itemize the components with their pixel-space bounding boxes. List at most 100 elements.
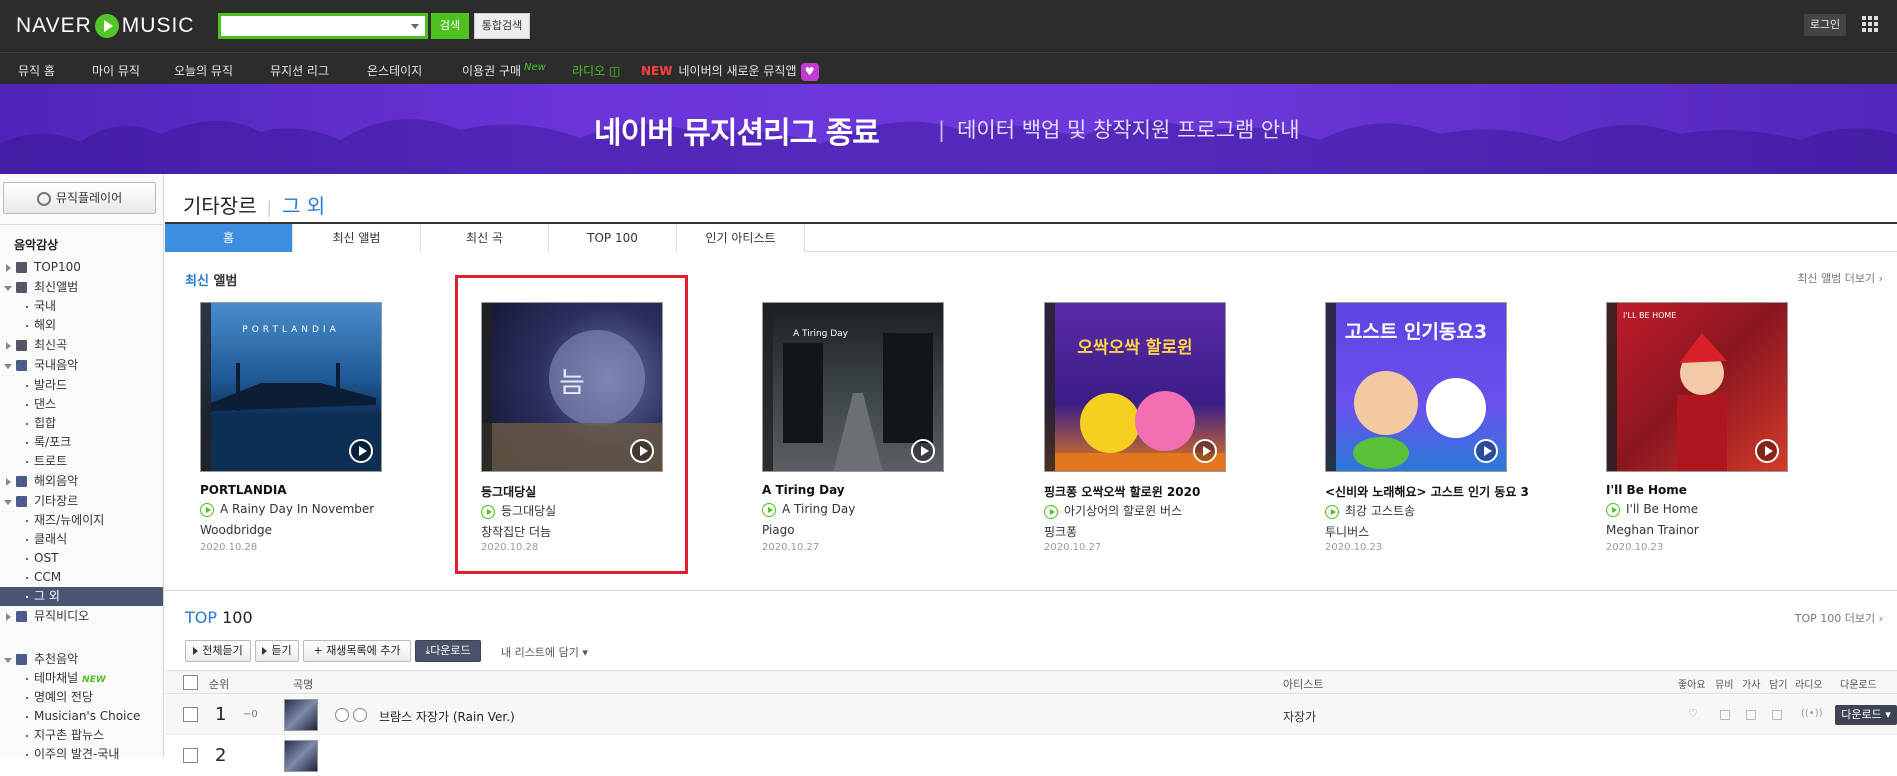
tab-latest-album[interactable]: 최신 앨범 xyxy=(293,224,421,252)
play-icon[interactable] xyxy=(349,439,373,463)
play-icon[interactable] xyxy=(1474,439,1498,463)
search-box[interactable] xyxy=(218,13,428,39)
album-thumbnail[interactable] xyxy=(284,740,318,772)
album-cover[interactable]: I'LL BE HOME xyxy=(1606,302,1788,472)
tab-home[interactable]: 홈 xyxy=(165,224,293,252)
top100-more-link[interactable]: TOP 100 더보기 › xyxy=(1795,610,1883,626)
album-track[interactable]: I'll Be Home xyxy=(1606,502,1806,517)
search-input[interactable] xyxy=(221,16,401,36)
apps-grid-icon[interactable] xyxy=(1862,16,1878,32)
sidebar-subitem-domestic[interactable]: 국내 xyxy=(0,297,163,316)
sidebar-item-foreign-music[interactable]: 해외음악 xyxy=(0,472,163,491)
sidebar-subitem-classic[interactable]: 클래식 xyxy=(0,530,163,549)
mv-icon[interactable] xyxy=(1720,710,1730,720)
sidebar-subitem-ballad[interactable]: 발라드 xyxy=(0,376,163,395)
total-search-button[interactable]: 통합검색 xyxy=(474,13,530,39)
sidebar-item-latest-song[interactable]: 최신곡 xyxy=(0,336,163,355)
play-icon[interactable] xyxy=(1193,439,1217,463)
sidebar-item-music-video[interactable]: 뮤직비디오 xyxy=(0,607,163,626)
expand-icon[interactable] xyxy=(6,342,11,350)
sidebar-subitem-hall-of-fame[interactable]: 명예의 전당 xyxy=(0,688,163,707)
album-title[interactable]: PORTLANDIA xyxy=(200,483,400,497)
sidebar-subitem-pop-news[interactable]: 지구촌 팝뉴스 xyxy=(0,726,163,745)
sidebar-subitem-other[interactable]: 그 외 xyxy=(0,587,163,606)
album-title[interactable]: I'll Be Home xyxy=(1606,483,1806,497)
play-track-icon[interactable] xyxy=(1606,502,1620,517)
sidebar-subitem-rock[interactable]: 록/포크 xyxy=(0,433,163,452)
album-title[interactable]: <신비와 노래해요> 고스트 인기 동요 3 xyxy=(1325,483,1529,500)
sidebar-subitem-theme[interactable]: 테마채널 NEW xyxy=(0,669,163,688)
musician-league-banner[interactable]: 네이버 뮤지션리그 종료 | 데이터 백업 및 창작지원 프로그램 안내 xyxy=(0,84,1897,174)
expand-icon[interactable] xyxy=(6,478,11,486)
nav-today-music[interactable]: 오늘의 뮤직 xyxy=(174,62,233,79)
nav-new-app[interactable]: NEW 네이버의 새로운 뮤직앱 ♥ xyxy=(641,62,819,81)
play-track-icon[interactable] xyxy=(1325,504,1339,519)
sidebar-subitem-ccm[interactable]: CCM xyxy=(0,568,163,587)
album-cover[interactable]: PORTLANDIA xyxy=(200,302,382,472)
download-button[interactable]: ⤓다운로드 xyxy=(415,640,481,662)
album-artist[interactable]: Meghan Trainor xyxy=(1606,523,1699,537)
row-checkbox[interactable] xyxy=(183,748,198,763)
song-artist[interactable]: 자장가 xyxy=(1283,708,1316,725)
song-title[interactable]: 브람스 자장가 (Rain Ver.) xyxy=(379,708,515,725)
sidebar-item-latest-album[interactable]: 최신앨범 xyxy=(0,278,163,297)
row-download-button[interactable]: 다운로드 ▾ xyxy=(1835,705,1897,725)
expand-icon[interactable] xyxy=(6,264,11,272)
play-track-icon[interactable] xyxy=(200,502,214,517)
lyrics-icon[interactable] xyxy=(1746,710,1756,720)
nav-musician-league[interactable]: 뮤지션 리그 xyxy=(270,62,329,79)
sidebar-item-other-genre[interactable]: 기타장르 xyxy=(0,492,163,511)
collapse-icon[interactable] xyxy=(4,364,12,369)
album-cover[interactable]: 고스트 인기동요3 xyxy=(1325,302,1507,472)
table-row[interactable]: 2 xyxy=(165,736,1897,776)
chevron-down-icon[interactable] xyxy=(411,24,419,29)
add-icon[interactable] xyxy=(353,708,367,722)
play-button[interactable]: 듣기 xyxy=(255,640,299,662)
expand-icon[interactable] xyxy=(6,613,11,621)
nav-radio[interactable]: 라디오 ◫ xyxy=(572,62,620,79)
nav-my-music[interactable]: 마이 뮤직 xyxy=(92,62,140,79)
album-track[interactable]: 최강 고스트송 xyxy=(1325,502,1525,519)
sidebar-subitem-overseas[interactable]: 해외 xyxy=(0,316,163,335)
sidebar-subitem-musicians-choice[interactable]: Musician's Choice xyxy=(0,707,163,726)
sidebar-item-top100[interactable]: TOP100 xyxy=(0,258,163,277)
nav-onstage[interactable]: 온스테이지 xyxy=(367,62,422,79)
album-track[interactable]: A Rainy Day In November xyxy=(200,502,400,517)
tab-popular-artist[interactable]: 인기 아티스트 xyxy=(677,224,805,252)
album-title[interactable]: A Tiring Day xyxy=(762,483,962,497)
select-all-checkbox[interactable] xyxy=(183,675,198,690)
album-track[interactable]: 아기상어의 할로윈 버스 xyxy=(1044,502,1244,519)
collapse-icon[interactable] xyxy=(4,286,12,291)
naver-music-logo[interactable]: NAVER MUSIC xyxy=(16,12,194,40)
sidebar-subitem-ost[interactable]: OST xyxy=(0,549,163,568)
add-to-playlist-button[interactable]: + 재생목록에 추가 xyxy=(303,640,411,662)
radio-icon[interactable]: ((•)) xyxy=(1801,708,1823,719)
tab-top100[interactable]: TOP 100 xyxy=(549,224,677,252)
play-icon[interactable] xyxy=(911,439,935,463)
latest-album-more-link[interactable]: 최신 앨범 더보기 › xyxy=(1797,270,1883,286)
music-player-button[interactable]: 뮤직플레이어 xyxy=(3,182,156,214)
tab-latest-song[interactable]: 최신 곡 xyxy=(421,224,549,252)
play-track-icon[interactable] xyxy=(762,502,776,517)
album-artist[interactable]: 투니버스 xyxy=(1325,523,1369,540)
album-artist[interactable]: Woodbridge xyxy=(200,523,272,537)
add-to-my-list-dropdown[interactable]: 내 리스트에 담기 ▾ xyxy=(501,644,588,660)
sidebar-subitem-dance[interactable]: 댄스 xyxy=(0,395,163,414)
sidebar-subitem-jazz[interactable]: 재즈/뉴에이지 xyxy=(0,511,163,530)
play-icon[interactable] xyxy=(1755,439,1779,463)
album-artist[interactable]: Piago xyxy=(762,523,795,537)
album-title[interactable]: 핑크퐁 오싹오싹 할로윈 2020 xyxy=(1044,483,1244,500)
sidebar-subitem-weekly-discovery[interactable]: 이주의 발견-국내 xyxy=(0,745,163,764)
play-track-icon[interactable] xyxy=(1044,504,1058,519)
heart-icon[interactable]: ♡ xyxy=(1688,707,1698,720)
sidebar-item-korean-music[interactable]: 국내음악 xyxy=(0,356,163,375)
folder-add-icon[interactable] xyxy=(1772,710,1782,720)
album-cover[interactable]: A Tiring Day xyxy=(762,302,944,472)
nav-music-home[interactable]: 뮤직 홈 xyxy=(18,62,55,79)
album-thumbnail[interactable] xyxy=(284,699,318,731)
collapse-icon[interactable] xyxy=(4,500,12,505)
row-checkbox[interactable] xyxy=(183,707,198,722)
album-cover[interactable]: 오싹오싹 할로윈 xyxy=(1044,302,1226,472)
album-artist[interactable]: 핑크퐁 xyxy=(1044,523,1077,540)
search-button[interactable]: 검색 xyxy=(431,13,469,39)
